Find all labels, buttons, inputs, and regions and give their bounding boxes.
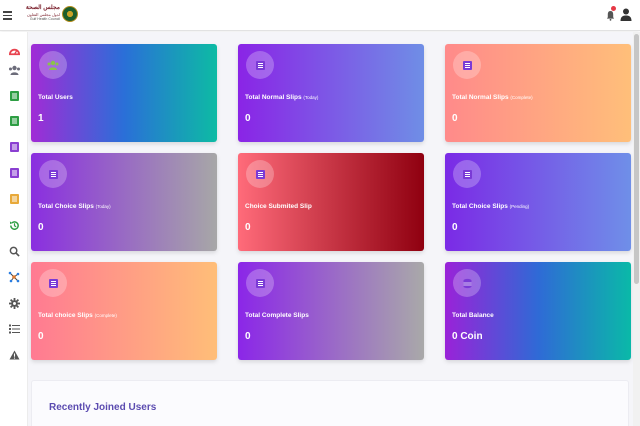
stat-card-title: Total Normal Slips (Today) [245, 94, 318, 101]
sidebar-item-slip-3[interactable] [7, 114, 21, 128]
notification-badge [611, 6, 616, 11]
stat-card-title: Total Balance [452, 312, 494, 319]
slip-icon [9, 91, 19, 101]
logo-line-1: مجلس الصحة [25, 5, 60, 11]
logo[interactable]: مجلس الصحة لدول مجلس التعاون Gulf Health… [16, 5, 78, 27]
stat-card[interactable]: Total choice Slips (Complete) 0 [31, 262, 217, 360]
stat-card-value: 0 [245, 222, 251, 233]
stat-card-value: 0 Coin [452, 331, 483, 342]
stat-card-subtitle: (Complete) [510, 95, 533, 100]
sidebar-item-slip-2[interactable] [7, 89, 21, 103]
recent-users-panel: Recently Joined Users [31, 380, 629, 426]
stat-card[interactable]: Total Choice Slips (Today) 0 [31, 153, 217, 251]
users-icon [8, 65, 21, 76]
logo-line-3: Gulf Health Council [29, 17, 60, 21]
network-icon [8, 271, 20, 283]
stat-card-title-text: Total Normal Slips [245, 94, 302, 101]
slip-icon [246, 160, 274, 188]
stat-card-title: Total Complete Slips [245, 312, 309, 319]
stat-card-title-text: Total Normal Slips [452, 94, 509, 101]
stat-card-title-text: Total Balance [452, 312, 494, 319]
slip-icon [246, 269, 274, 297]
stat-card-value: 0 [452, 222, 458, 233]
history-icon [9, 220, 20, 231]
stat-card[interactable]: Total Balance 0 Coin [445, 262, 631, 360]
gear-icon [8, 297, 20, 309]
sidebar-item-list-11[interactable] [7, 322, 21, 336]
sidebar [0, 32, 28, 426]
stat-card-subtitle: (Today) [303, 95, 319, 100]
sidebar-item-slip-4[interactable] [7, 140, 21, 154]
users-icon [39, 51, 67, 79]
stat-card-subtitle: (Pending) [509, 204, 530, 209]
slip-icon [453, 51, 481, 79]
sidebar-item-history-7[interactable] [7, 218, 21, 232]
stat-card-value: 0 [452, 113, 458, 124]
stat-card-value: 1 [38, 113, 44, 124]
slip-icon [9, 168, 19, 178]
sidebar-item-gear-10[interactable] [7, 296, 21, 310]
slip-icon [9, 142, 19, 152]
recent-users-title: Recently Joined Users [49, 402, 157, 413]
stat-card-value: 0 [38, 331, 44, 342]
stat-card[interactable]: Total Choice Slips (Pending) 0 [445, 153, 631, 251]
stat-card-title-text: Total choice Slips [38, 312, 93, 319]
stat-card[interactable]: Total Normal Slips (Complete) 0 [445, 44, 631, 142]
stat-card-subtitle: (Complete) [94, 313, 117, 318]
sidebar-item-slip-6[interactable] [7, 192, 21, 206]
stat-card-value: 0 [38, 222, 44, 233]
sidebar-item-search-8[interactable] [7, 244, 21, 258]
stat-card-value: 0 [245, 113, 251, 124]
coins-icon [453, 269, 481, 297]
sidebar-item-dashboard-0[interactable] [7, 44, 21, 58]
stat-card-subtitle: (Today) [95, 204, 111, 209]
stat-card-title-text: Total Choice Slips [452, 203, 508, 210]
stat-card-title: Total Normal Slips (Complete) [452, 94, 533, 101]
slip-icon [39, 269, 67, 297]
sidebar-item-network-9[interactable] [7, 270, 21, 284]
dashboard-icon [8, 46, 20, 57]
stat-card-title: Total Choice Slips (Pending) [452, 203, 529, 210]
emblem-icon [62, 6, 78, 22]
stat-card[interactable]: Total Users 1 [31, 44, 217, 142]
list-icon [8, 324, 20, 334]
stat-card-title: Choice Submited Slip [245, 203, 312, 210]
menu-toggle-icon[interactable] [3, 9, 12, 21]
slip-icon [453, 160, 481, 188]
slip-icon [246, 51, 274, 79]
stat-card-title-text: Total Users [38, 94, 73, 101]
stat-card-title: Total choice Slips (Complete) [38, 312, 117, 319]
sidebar-item-users-1[interactable] [7, 63, 21, 77]
scrollbar-thumb[interactable] [634, 34, 639, 284]
sidebar-item-warning-12[interactable] [7, 348, 21, 362]
stat-card-title-text: Total Complete Slips [245, 312, 309, 319]
top-bar: مجلس الصحة لدول مجلس التعاون Gulf Health… [0, 0, 640, 31]
stat-card-title-text: Choice Submited Slip [245, 203, 312, 210]
slip-icon [9, 194, 19, 204]
stat-card-title-text: Total Choice Slips [38, 203, 94, 210]
warning-icon [9, 350, 20, 360]
slip-icon [39, 160, 67, 188]
user-icon[interactable] [620, 8, 632, 21]
stat-card[interactable]: Choice Submited Slip 0 [238, 153, 424, 251]
slip-icon [9, 116, 19, 126]
sidebar-item-slip-5[interactable] [7, 166, 21, 180]
stat-card-title: Total Choice Slips (Today) [38, 203, 111, 210]
stat-card[interactable]: Total Normal Slips (Today) 0 [238, 44, 424, 142]
stat-card-value: 0 [245, 331, 251, 342]
logo-text: مجلس الصحة لدول مجلس التعاون Gulf Health… [16, 5, 60, 22]
search-icon [9, 246, 20, 257]
stat-card[interactable]: Total Complete Slips 0 [238, 262, 424, 360]
bell-icon[interactable] [606, 10, 615, 21]
stat-card-title: Total Users [38, 94, 73, 101]
